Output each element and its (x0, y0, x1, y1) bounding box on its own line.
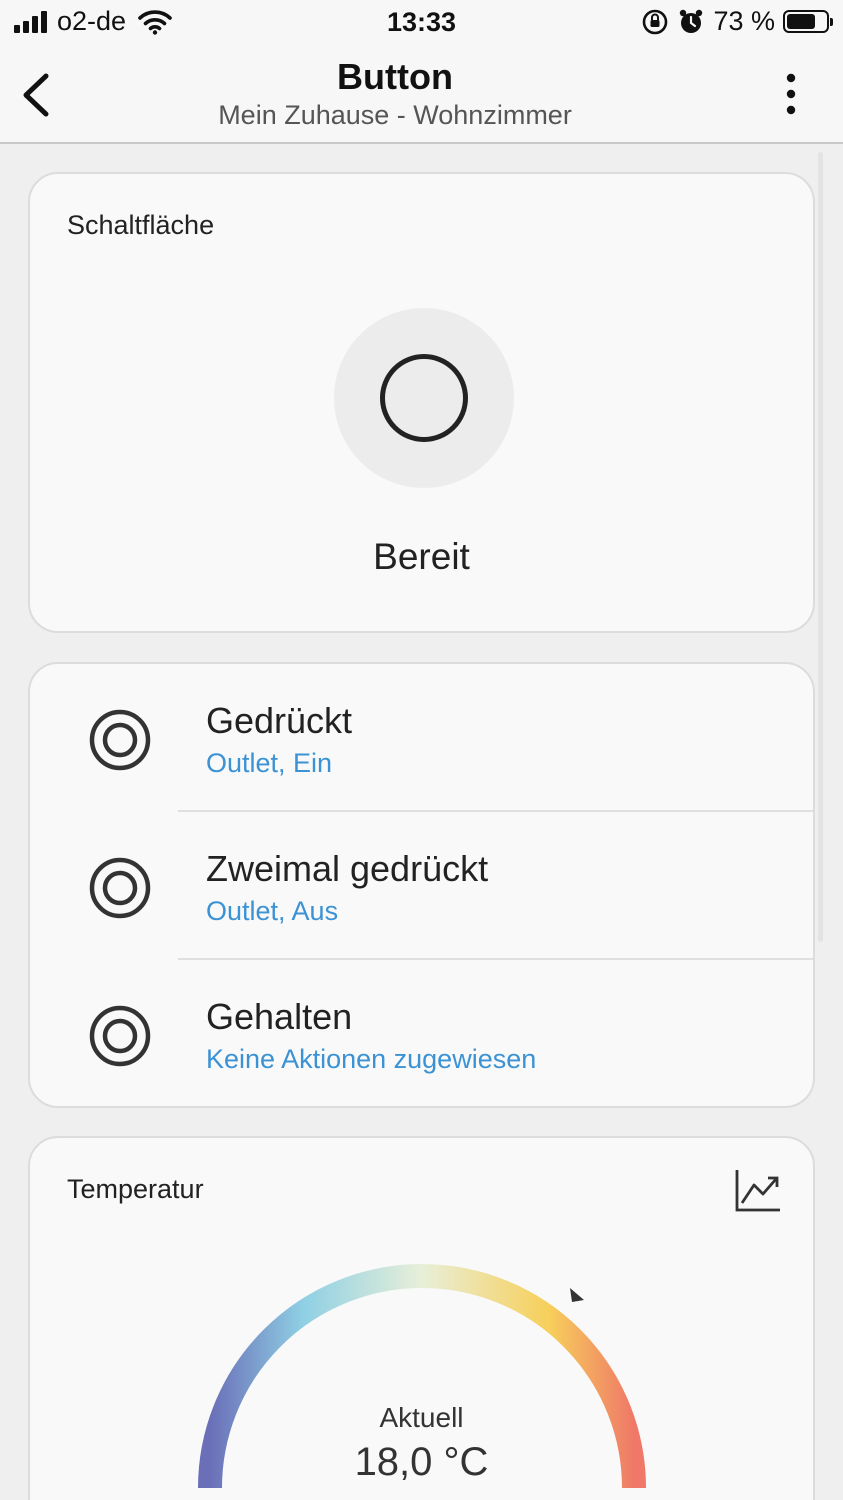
target-icon (89, 857, 151, 919)
button-card: Schaltfläche Bereit (28, 172, 815, 633)
page-subtitle: Mein Zuhause - Wohnzimmer (218, 100, 572, 130)
circle-icon (380, 354, 468, 442)
action-value[interactable]: Outlet, Aus (206, 896, 338, 927)
gauge-pointer (570, 1288, 584, 1302)
battery-icon (783, 10, 833, 33)
temperature-card: Temperatur Aktuell 18,0 °C (28, 1136, 815, 1500)
battery-percent: 73 % (713, 6, 775, 36)
button-state-label: Bereit (373, 536, 470, 577)
status-right: 73 % (641, 6, 833, 37)
current-label: Aktuell (379, 1402, 464, 1433)
target-icon (89, 1005, 151, 1067)
status-bar: o2-de 13:33 73 % (0, 0, 843, 44)
action-value[interactable]: Keine Aktionen zugewiesen (206, 1044, 536, 1075)
navigation-bar: Button Mein Zuhause - Wohnzimmer (0, 44, 843, 144)
action-value[interactable]: Outlet, Ein (206, 748, 332, 779)
button-state-indicator[interactable] (334, 308, 514, 488)
more-options-icon[interactable] (779, 72, 803, 116)
scrollbar[interactable] (818, 152, 823, 942)
action-label: Gedrückt (206, 700, 353, 741)
button-card-title: Schaltfläche (67, 210, 215, 240)
action-label: Zweimal gedrückt (206, 848, 489, 889)
temperature-card-title: Temperatur (67, 1174, 204, 1204)
action-row-held[interactable]: Gehalten Keine Aktionen zugewiesen (30, 960, 813, 1108)
action-row-double-pressed[interactable]: Zweimal gedrückt Outlet, Aus (30, 812, 813, 960)
target-icon (89, 709, 151, 771)
chart-history-icon[interactable] (733, 1166, 783, 1214)
action-row-pressed[interactable]: Gedrückt Outlet, Ein (30, 664, 813, 812)
rotation-lock-icon (643, 9, 668, 34)
actions-card: Gedrückt Outlet, Ein Zweimal gedrückt Ou… (28, 662, 815, 1108)
alarm-icon (680, 9, 703, 33)
page-title: Button (337, 56, 453, 97)
action-label: Gehalten (206, 996, 353, 1037)
current-temperature: 18,0 °C (354, 1440, 489, 1484)
